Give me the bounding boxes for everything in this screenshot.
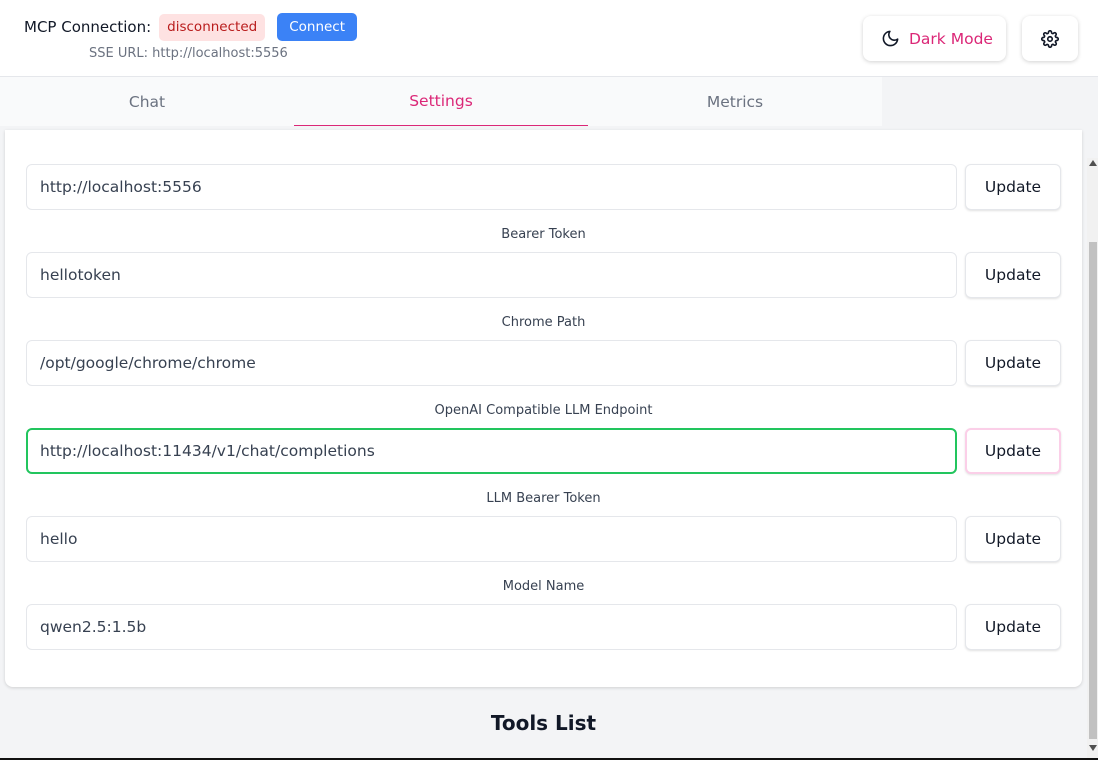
update-llm-endpoint-button[interactable]: Update (965, 428, 1061, 474)
llm-bearer-token-input[interactable] (26, 516, 957, 562)
tools-list-heading: Tools List (490, 711, 597, 735)
model-name-input[interactable] (26, 604, 957, 650)
dark-mode-button[interactable]: Dark Mode (863, 16, 1006, 61)
tab-bar: Chat Settings Metrics (0, 77, 882, 126)
scroll-down-arrow-icon[interactable] (1089, 745, 1097, 751)
tabs-band: Chat Settings Metrics (0, 77, 1098, 128)
scrollbar-thumb[interactable] (1089, 242, 1097, 739)
update-bearer-token-button[interactable]: Update (965, 252, 1061, 298)
llm-bearer-token-label: LLM Bearer Token (486, 491, 601, 506)
tab-chat[interactable]: Chat (0, 77, 294, 126)
settings-gear-button[interactable] (1022, 16, 1078, 61)
update-llm-bearer-token-button[interactable]: Update (965, 516, 1061, 562)
update-model-name-button[interactable]: Update (965, 604, 1061, 650)
gear-icon (1041, 29, 1059, 48)
llm-endpoint-label: OpenAI Compatible LLM Endpoint (434, 403, 653, 418)
model-name-label: Model Name (502, 579, 585, 594)
app-page: MCP Connection: disconnected Connect SSE… (0, 0, 1098, 760)
sse-url-text: SSE URL: http://localhost:5556 (89, 46, 288, 61)
connection-row: MCP Connection: disconnected Connect (24, 13, 358, 41)
update-chrome-path-button[interactable]: Update (965, 340, 1061, 386)
update-sse-url-button[interactable]: Update (965, 164, 1061, 210)
sse-url-input[interactable] (26, 164, 957, 210)
settings-card: Update Bearer Token Update Chrome Path U… (5, 130, 1082, 687)
moon-icon (881, 29, 900, 48)
connection-label: MCP Connection: (24, 18, 152, 36)
tab-settings[interactable]: Settings (294, 77, 588, 126)
connect-button[interactable]: Connect (277, 13, 358, 41)
llm-endpoint-input[interactable] (26, 428, 957, 474)
chrome-path-input[interactable] (26, 340, 957, 386)
header-bar: MCP Connection: disconnected Connect SSE… (0, 0, 1098, 77)
status-badge: disconnected (159, 13, 266, 41)
bearer-token-label: Bearer Token (501, 227, 586, 242)
scroll-up-arrow-icon[interactable] (1089, 160, 1097, 166)
bearer-token-input[interactable] (26, 252, 957, 298)
dark-mode-label: Dark Mode (909, 29, 993, 48)
chrome-path-label: Chrome Path (501, 315, 586, 330)
tab-metrics[interactable]: Metrics (588, 77, 882, 126)
